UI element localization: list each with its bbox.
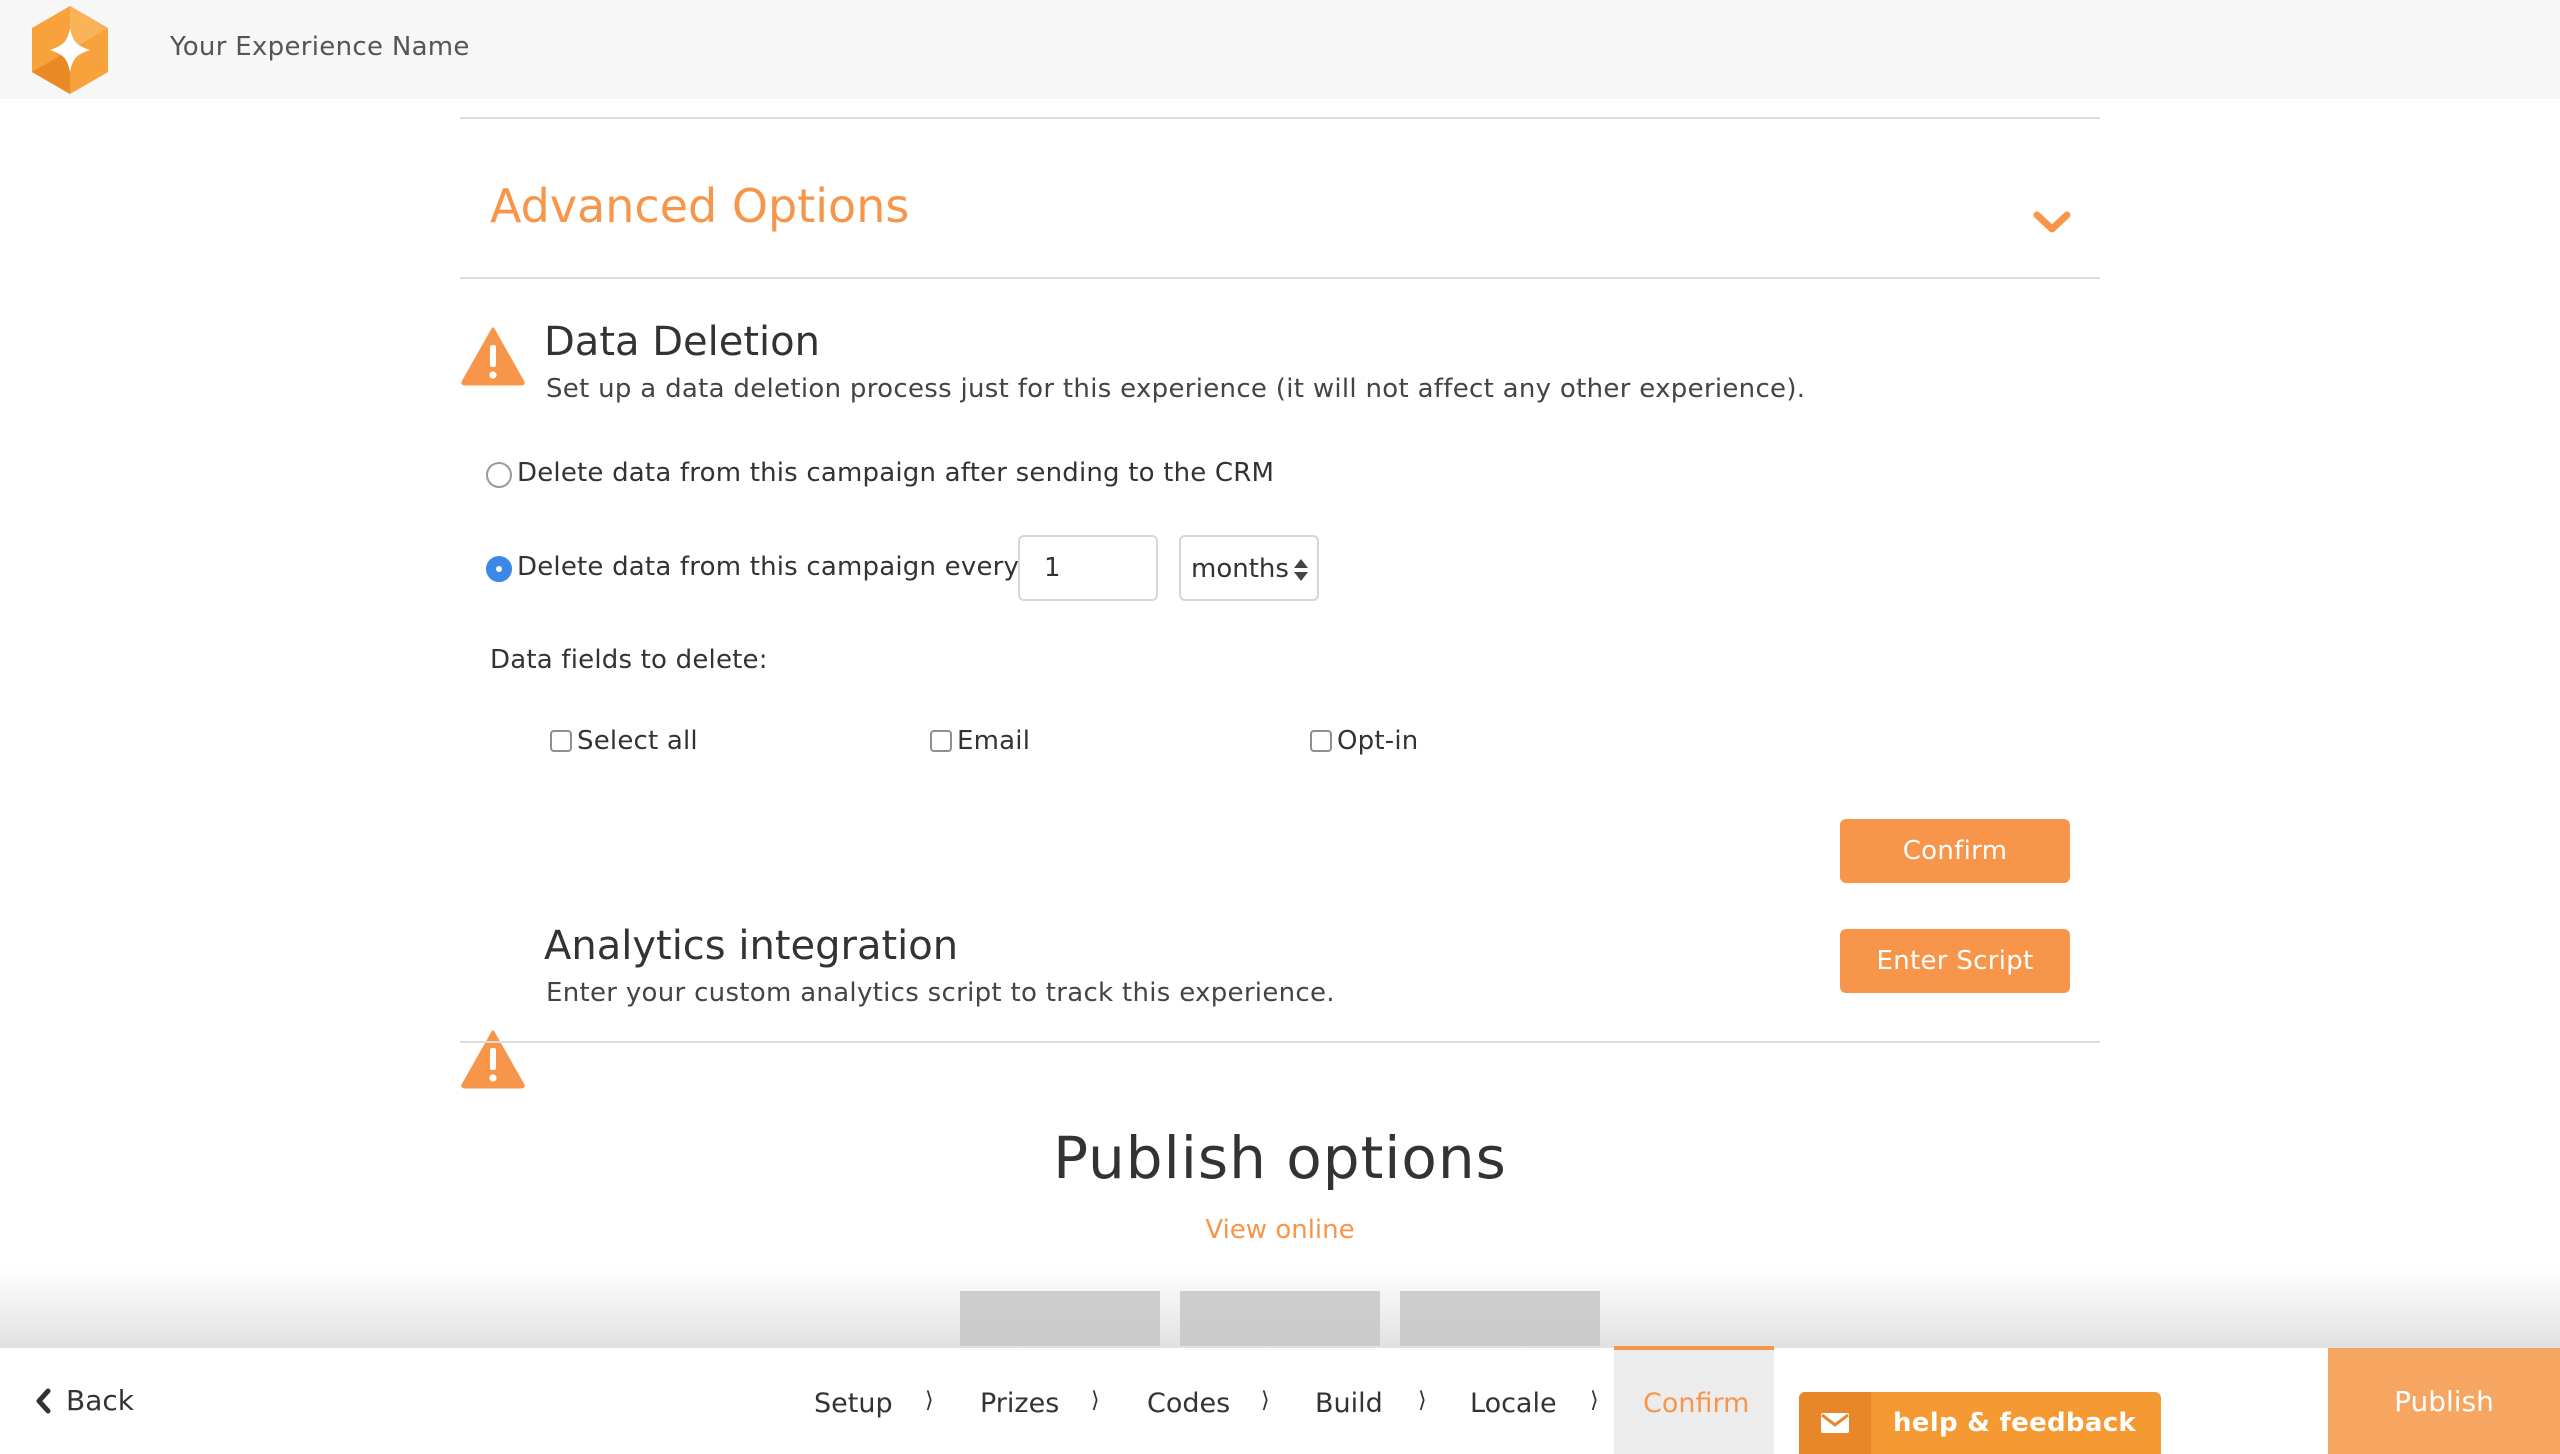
- interval-unit-select[interactable]: months: [1179, 535, 1319, 601]
- advanced-options-title[interactable]: Advanced Options: [490, 179, 909, 233]
- checkbox-email[interactable]: [930, 730, 952, 752]
- data-deletion-title: Data Deletion: [544, 319, 820, 365]
- help-feedback-button[interactable]: help & feedback: [1799, 1392, 2161, 1454]
- top-bar: Your Experience Name: [0, 0, 2560, 99]
- radio-delete-after-crm[interactable]: [486, 462, 512, 488]
- interval-unit-value: months: [1191, 554, 1289, 584]
- divider: [460, 1041, 2100, 1043]
- checkbox-select-all[interactable]: [550, 730, 572, 752]
- enter-script-button[interactable]: Enter Script: [1840, 929, 2070, 993]
- experience-name[interactable]: Your Experience Name: [170, 32, 470, 62]
- divider: [460, 277, 2100, 279]
- analytics-description: Enter your custom analytics script to tr…: [546, 978, 1335, 1008]
- step-separator-icon: ⟩: [1590, 1388, 1599, 1413]
- step-build[interactable]: Build: [1315, 1388, 1383, 1419]
- select-arrows-icon: [1294, 559, 1308, 581]
- field-email-label[interactable]: Email: [957, 726, 1030, 756]
- app-logo-icon[interactable]: [26, 4, 114, 96]
- analytics-title: Analytics integration: [544, 923, 959, 969]
- divider: [460, 117, 2100, 119]
- view-online-link[interactable]: View online: [460, 1215, 2100, 1245]
- back-button[interactable]: Back: [34, 1384, 134, 1417]
- step-codes[interactable]: Codes: [1147, 1388, 1230, 1419]
- data-deletion-description: Set up a data deletion process just for …: [546, 374, 1806, 404]
- checkbox-opt-in[interactable]: [1310, 730, 1332, 752]
- chevron-down-icon[interactable]: [2033, 209, 2071, 235]
- option-delete-after-crm-label[interactable]: Delete data from this campaign after sen…: [517, 458, 1274, 488]
- interval-value-input[interactable]: [1018, 535, 1158, 601]
- bottom-shadow: [0, 1268, 2560, 1348]
- warning-icon: [461, 1030, 525, 1089]
- field-opt-in-label[interactable]: Opt-in: [1337, 726, 1418, 756]
- confirm-button[interactable]: Confirm: [1840, 819, 2070, 883]
- publish-button[interactable]: Publish: [2328, 1348, 2560, 1454]
- bottom-nav-bar: Back Setup ⟩ Prizes ⟩ Codes ⟩ Build ⟩ Lo…: [0, 1346, 2560, 1454]
- back-label: Back: [66, 1384, 134, 1417]
- step-separator-icon: ⟩: [1091, 1388, 1100, 1413]
- data-fields-label: Data fields to delete:: [490, 645, 768, 675]
- publish-options-title: Publish options: [1053, 1124, 1507, 1192]
- chevron-left-icon: [36, 1388, 51, 1413]
- help-feedback-label: help & feedback: [1893, 1408, 2136, 1438]
- mail-icon: [1821, 1413, 1849, 1433]
- option-delete-every-label[interactable]: Delete data from this campaign every: [517, 552, 1019, 582]
- step-separator-icon: ⟩: [925, 1388, 934, 1413]
- radio-delete-every[interactable]: [486, 556, 512, 582]
- field-select-all-label[interactable]: Select all: [577, 726, 698, 756]
- step-confirm[interactable]: Confirm: [1643, 1388, 1749, 1419]
- step-separator-icon: ⟩: [1418, 1388, 1427, 1413]
- step-prizes[interactable]: Prizes: [980, 1388, 1059, 1419]
- warning-icon: [461, 327, 525, 386]
- step-locale[interactable]: Locale: [1470, 1388, 1557, 1419]
- mail-icon-box: [1799, 1392, 1871, 1454]
- step-setup[interactable]: Setup: [814, 1388, 893, 1419]
- step-separator-icon: ⟩: [1261, 1388, 1270, 1413]
